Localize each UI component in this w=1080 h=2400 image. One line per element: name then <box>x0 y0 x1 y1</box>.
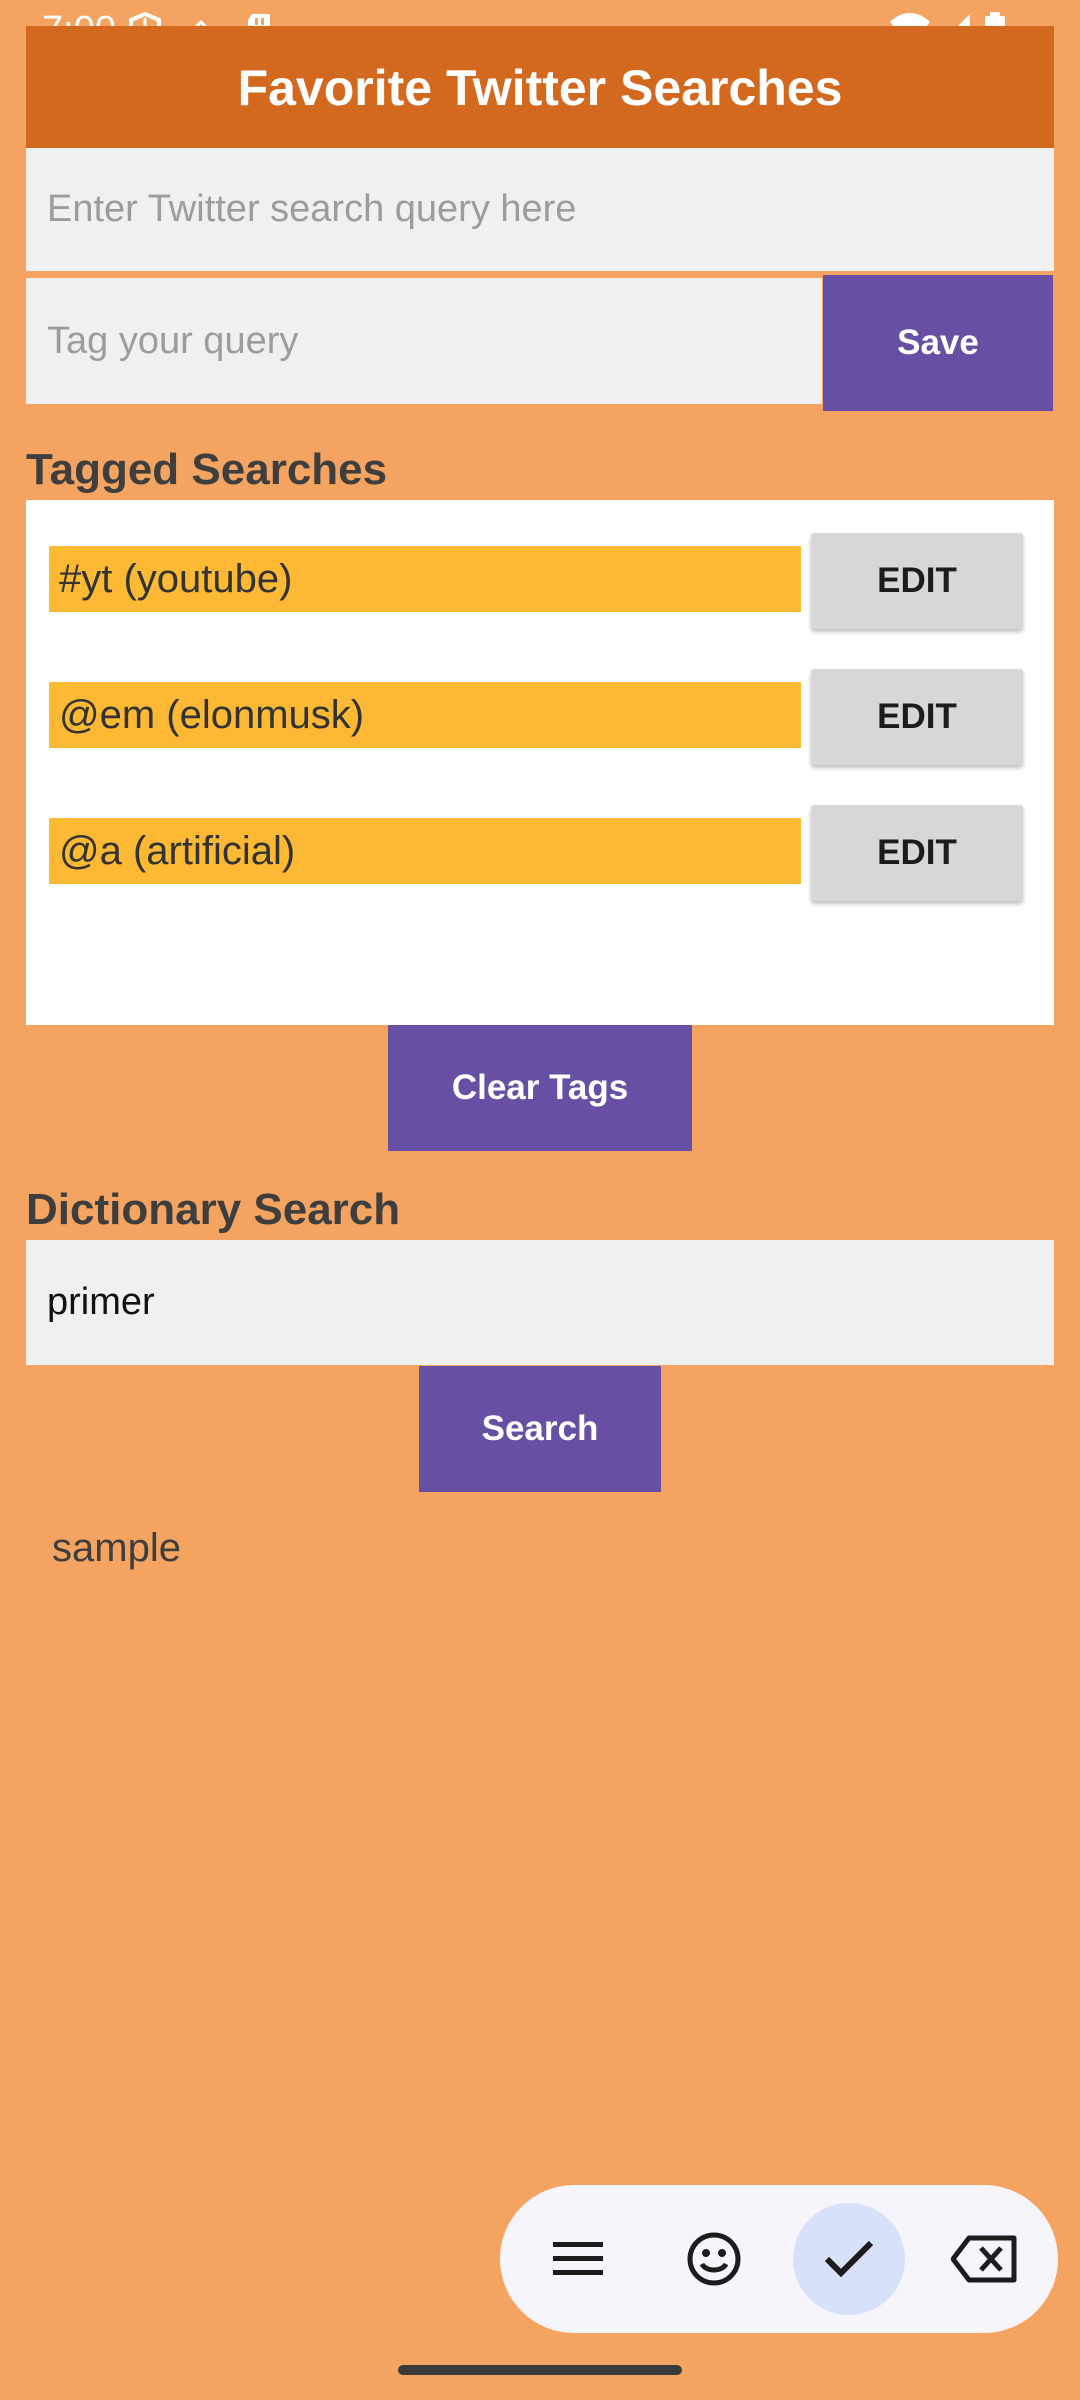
tagged-searches-list: #yt (youtube) EDIT @em (elonmusk) EDIT @… <box>26 500 1054 1025</box>
search-button[interactable]: Search <box>419 1366 661 1492</box>
edit-button[interactable]: EDIT <box>811 805 1023 901</box>
checkmark-icon[interactable] <box>793 2203 905 2315</box>
edit-button[interactable]: EDIT <box>811 533 1023 629</box>
tag-item-label[interactable]: #yt (youtube) <box>49 546 801 612</box>
edit-button[interactable]: EDIT <box>811 669 1023 765</box>
emoji-icon[interactable] <box>658 2203 770 2315</box>
page-title: Favorite Twitter Searches <box>237 60 843 116</box>
save-button[interactable]: Save <box>823 275 1053 411</box>
query-field[interactable] <box>26 148 1054 274</box>
clear-tags-button[interactable]: Clear Tags <box>388 1025 692 1151</box>
tag-item-label[interactable]: @em (elonmusk) <box>49 682 801 748</box>
tag-input[interactable] <box>26 278 822 404</box>
backspace-icon[interactable] <box>928 2203 1040 2315</box>
dictionary-search-title: Dictionary Search <box>26 1185 401 1234</box>
tag-field[interactable] <box>26 278 822 404</box>
dictionary-field[interactable] <box>26 1240 1054 1365</box>
keyboard-toolbar <box>500 2185 1058 2333</box>
menu-icon[interactable] <box>522 2203 634 2315</box>
home-indicator[interactable] <box>398 2365 682 2375</box>
tagged-searches-title: Tagged Searches <box>26 445 388 494</box>
tag-item-label[interactable]: @a (artificial) <box>49 818 801 884</box>
dictionary-input[interactable] <box>26 1240 1054 1365</box>
dictionary-result: sample <box>52 1526 181 1570</box>
app-header: Favorite Twitter Searches <box>26 26 1054 148</box>
query-input[interactable] <box>26 148 1054 271</box>
